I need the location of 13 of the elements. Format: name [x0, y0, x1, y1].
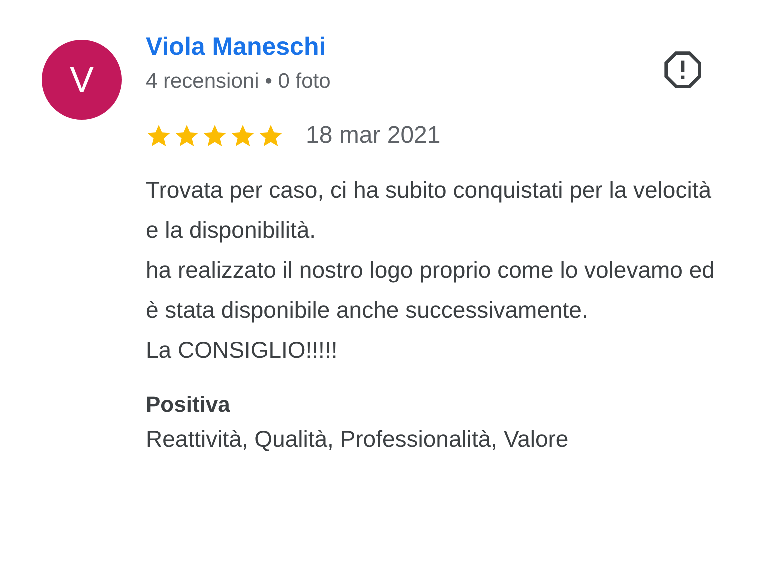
review-date: 18 mar 2021: [306, 122, 441, 150]
review-text: Trovata per caso, ci ha subito conquistati per la velocità e la disponibilità. ha realizzato il nostro logo proprio come lo volevamo ed è stata disponibile anche successivamente. La CONSIGLIO!!!!!: [146, 176, 716, 365]
star-icon: [258, 123, 284, 149]
reviewer-name[interactable]: Viola Maneschi: [146, 33, 326, 62]
star-icon: [146, 123, 172, 149]
avatar: V: [42, 40, 122, 120]
star-icon: [174, 123, 200, 149]
star-icon: [202, 123, 228, 149]
report-icon[interactable]: [663, 50, 703, 90]
attribute-value: Reattività, Qualità, Professionalità, Valore: [146, 426, 569, 453]
reviewer-stats: 4 recensioni • 0 foto: [146, 70, 331, 94]
star-icon: [230, 123, 256, 149]
attribute-title: Positiva: [146, 392, 230, 418]
